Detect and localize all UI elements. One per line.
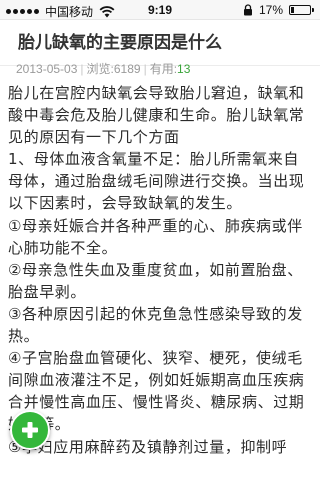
views-count: 6189: [113, 62, 141, 76]
paragraph: 1、母体血液含氧量不足：胎儿所需氧来自母体，通过胎盘绒毛间隙进行交换。当出现以下…: [8, 150, 305, 213]
plus-icon: [22, 422, 38, 438]
paragraph: ②母亲急性失血及重度贫血，如前置胎盘、胎盘早剥。: [8, 260, 303, 301]
add-button[interactable]: [10, 410, 50, 450]
battery-icon: [289, 5, 314, 15]
rotation-lock-icon: [243, 4, 252, 16]
article-meta: 2013-05-03 | 浏览:6189 | 有用:13: [16, 62, 191, 76]
article-body: 胎儿在宫腔内缺氧会导致胎儿窘迫，缺氧和酸中毒会危及胎儿健康和生命。胎儿缺氧常见的…: [8, 82, 314, 458]
useful-label: 有用:: [149, 62, 178, 76]
battery-percent: 17%: [258, 3, 283, 17]
paragraph: 胎儿在宫腔内缺氧会导致胎儿窘迫，缺氧和酸中毒会危及胎儿健康和生命。胎儿缺氧常见的…: [8, 84, 305, 147]
status-bar: 中国移动 9:19 17%: [0, 0, 320, 20]
publish-date: 2013-05-03: [16, 62, 78, 76]
paragraph: ③各种原因引起的休克鱼急性感染导致的发热。: [8, 304, 303, 346]
useful-count: 13: [177, 62, 191, 76]
paragraph: ④子宫胎盘血管硬化、狭窄、梗死，使绒毛间隙血液灌注不足，例如妊娠期高血压疾病合并…: [8, 349, 305, 434]
status-right: 17%: [243, 3, 314, 17]
paragraph: ⑤孕妇应用麻醉药及镇静剂过量，抑制呼: [8, 437, 288, 456]
paragraph: ①母亲妊娠合并各种严重的心、肺疾病或伴心肺功能不全。: [8, 216, 303, 257]
views-label: 浏览:: [86, 62, 114, 76]
